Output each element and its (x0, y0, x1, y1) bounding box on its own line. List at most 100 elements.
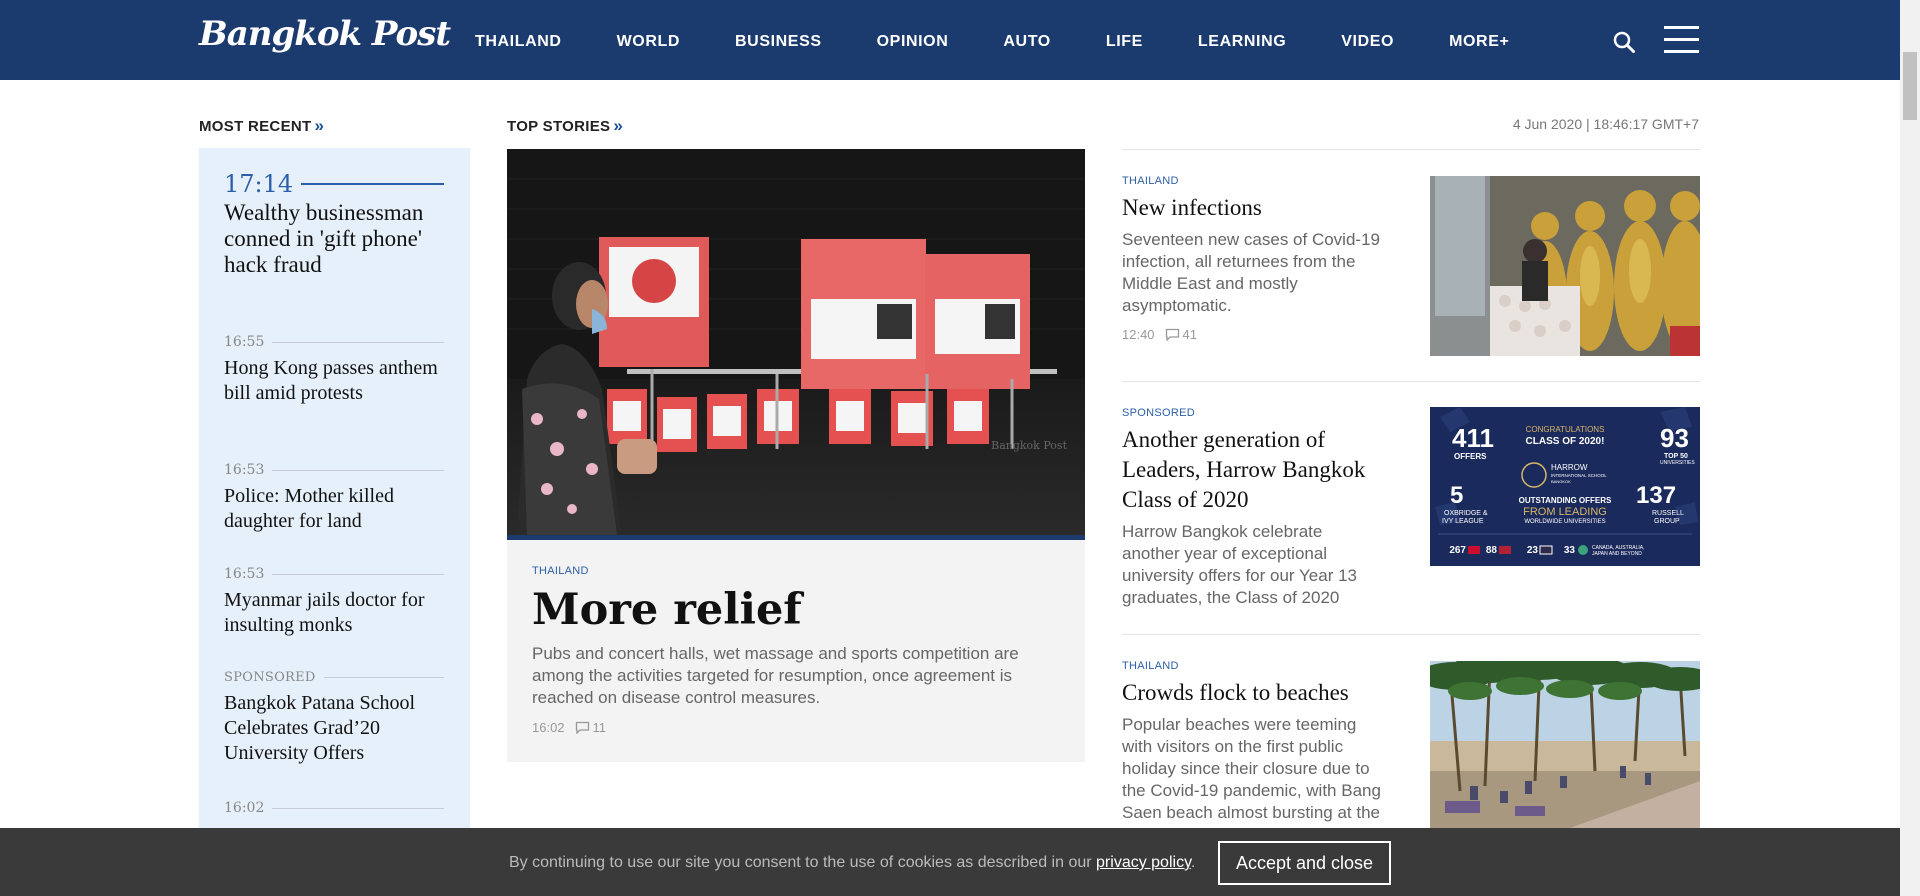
buddha-statues-photo (1430, 176, 1700, 356)
nav-opinion[interactable]: OPINION (877, 33, 949, 51)
ad-stat: 267 (1449, 545, 1466, 556)
lead-story-card[interactable]: THAILAND More relief Pubs and concert ha… (507, 540, 1085, 762)
story-summary: Seventeen new cases of Covid-19 infectio… (1122, 230, 1380, 315)
story-summary: Harrow Bangkok celebrate another year of… (1122, 522, 1357, 607)
ad-stat: 33 (1564, 545, 1576, 556)
cookie-message: By continuing to use our site you consen… (509, 854, 1196, 871)
most-recent-list: 17:14 Wealthy businessman conned in 'gif… (199, 148, 470, 828)
item-title[interactable]: Police: Mother killed daughter for land (224, 484, 444, 534)
story-headline[interactable]: Crowds flock to beaches (1122, 678, 1382, 708)
list-item[interactable]: 16:53 Myanmar jails doctor for insulting… (224, 566, 444, 638)
item-title[interactable]: Hong Kong passes anthem bill amid protes… (224, 356, 444, 406)
site-header: Bangkok Post THAILAND WORLD BUSINESS OPI… (0, 0, 1900, 80)
story-category[interactable]: THAILAND (1122, 660, 1382, 672)
thai-flag-icon (1539, 545, 1553, 555)
us-flag-icon (1499, 546, 1511, 554)
nav-life[interactable]: LIFE (1106, 33, 1143, 51)
divider (1122, 149, 1700, 150)
story-category[interactable]: THAILAND (1122, 175, 1382, 187)
ad-stat-label: OXBRIDGE & (1444, 510, 1488, 517)
sponsored-label: SPONSORED (1122, 407, 1195, 419)
comment-count[interactable]: 41 (1183, 327, 1197, 342)
list-item[interactable]: 16:02 (224, 800, 444, 816)
story-item[interactable]: THAILAND New infections Seventeen new ca… (1122, 175, 1382, 342)
site-logo[interactable]: Bangkok Post (199, 14, 451, 54)
ad-stat-label: JAPAN AND BEYOND (1592, 551, 1642, 557)
story-meta: 12:40 41 (1122, 327, 1382, 342)
sponsored-ad-image[interactable]: 411 OFFERS CONGRATULATIONS CLASS OF 2020… (1430, 407, 1700, 566)
most-recent-heading[interactable]: MOST RECENT» (199, 116, 324, 136)
story-category[interactable]: THAILAND (532, 565, 589, 577)
divider (1122, 381, 1700, 382)
top-stories-heading[interactable]: TOP STORIES» (507, 116, 623, 136)
list-item[interactable]: 16:53 Police: Mother killed daughter for… (224, 462, 444, 534)
lead-headline[interactable]: More relief (532, 585, 802, 635)
nav-world[interactable]: WORLD (617, 33, 680, 51)
story-item[interactable]: SPONSORED Another generation of Leaders,… (1122, 407, 1382, 609)
chevron-right-icon: » (613, 116, 624, 135)
nav-business[interactable]: BUSINESS (735, 33, 822, 51)
ad-text: BANGKOK (1551, 479, 1571, 484)
comment-icon[interactable] (575, 721, 590, 734)
sponsored-label: SPONSORED (224, 670, 444, 685)
story-meta: 16:02 11 (532, 720, 606, 735)
item-time: 16:55 (224, 334, 444, 350)
nav-more[interactable]: MORE+ (1449, 33, 1509, 51)
scrollbar-thumb[interactable] (1903, 52, 1917, 120)
accept-and-close-button[interactable]: Accept and close (1218, 841, 1391, 885)
ad-stat-label: TOP 50 (1664, 453, 1688, 460)
ad-stat-label: GROUP (1654, 518, 1680, 525)
story-item[interactable]: THAILAND Crowds flock to beaches Popular… (1122, 660, 1382, 824)
hamburger-menu-icon[interactable] (1664, 26, 1699, 53)
lead-story-image[interactable]: Bangkok Post (507, 149, 1085, 535)
ad-stat-label: UNIVERSITIES (1660, 460, 1695, 466)
ad-text: OUTSTANDING OFFERS (1519, 496, 1612, 505)
story-time: 12:40 (1122, 327, 1155, 342)
ad-text: HARROW (1551, 463, 1588, 472)
list-item[interactable]: 17:14 Wealthy businessman conned in 'gif… (224, 170, 444, 278)
current-datetime: 4 Jun 2020 | 18:46:17 GMT+7 (1512, 116, 1699, 132)
lead-summary: Pubs and concert halls, wet massage and … (532, 644, 1019, 707)
ad-text: CONGRATULATIONS (1526, 425, 1605, 434)
story-summary: Popular beaches were teeming with visito… (1122, 715, 1381, 822)
item-title[interactable]: Myanmar jails doctor for insulting monks (224, 588, 444, 638)
story-thumbnail[interactable] (1430, 176, 1700, 356)
ad-stat: 137 (1636, 482, 1676, 509)
item-time: 17:14 (224, 170, 444, 198)
comment-icon[interactable] (1165, 328, 1180, 341)
ad-stat-label: RUSSELL (1652, 510, 1684, 517)
item-title[interactable]: Bangkok Patana School Celebrates Grad’20… (224, 691, 444, 766)
privacy-policy-link[interactable]: privacy policy (1096, 854, 1191, 871)
search-icon[interactable] (1613, 31, 1635, 53)
divider (1122, 634, 1700, 635)
nav-video[interactable]: VIDEO (1341, 33, 1394, 51)
story-thumbnail[interactable] (1430, 661, 1700, 828)
ad-text: FROM LEADING (1523, 506, 1607, 518)
page-scrollbar[interactable] (1900, 0, 1920, 896)
list-item[interactable]: 16:55 Hong Kong passes anthem bill amid … (224, 334, 444, 406)
story-headline[interactable]: Another generation of Leaders, Harrow Ba… (1122, 425, 1382, 515)
ad-text: INTERNATIONAL SCHOOL (1551, 473, 1607, 478)
ad-stat: 5 (1450, 482, 1463, 509)
story-time: 16:02 (532, 720, 565, 735)
ad-stat: 93 (1660, 423, 1689, 453)
nav-auto[interactable]: AUTO (1003, 33, 1050, 51)
story-headline[interactable]: New infections (1122, 193, 1382, 223)
list-item[interactable]: SPONSORED Bangkok Patana School Celebrat… (224, 670, 444, 766)
comment-count[interactable]: 11 (593, 720, 607, 735)
ad-stat-label: IVY LEAGUE (1442, 518, 1484, 525)
harrow-ad-graphic: 411 OFFERS CONGRATULATIONS CLASS OF 2020… (1430, 407, 1700, 566)
ad-stat: 411 (1452, 423, 1494, 453)
item-time: 16:53 (224, 462, 444, 478)
ad-text: WORLDWIDE UNIVERSITIES (1524, 519, 1605, 525)
photo-watermark: Bangkok Post (991, 439, 1067, 452)
main-nav: THAILAND WORLD BUSINESS OPINION AUTO LIF… (475, 0, 1564, 84)
globe-icon (1578, 545, 1588, 555)
nav-thailand[interactable]: THAILAND (475, 33, 562, 51)
nav-learning[interactable]: LEARNING (1198, 33, 1286, 51)
uk-flag-icon (1468, 546, 1480, 554)
checkin-stands-photo: Bangkok Post (507, 149, 1085, 535)
beach-crowd-photo (1430, 661, 1700, 828)
item-title[interactable]: Wealthy businessman conned in 'gift phon… (224, 200, 444, 278)
item-time: 16:02 (224, 800, 444, 816)
